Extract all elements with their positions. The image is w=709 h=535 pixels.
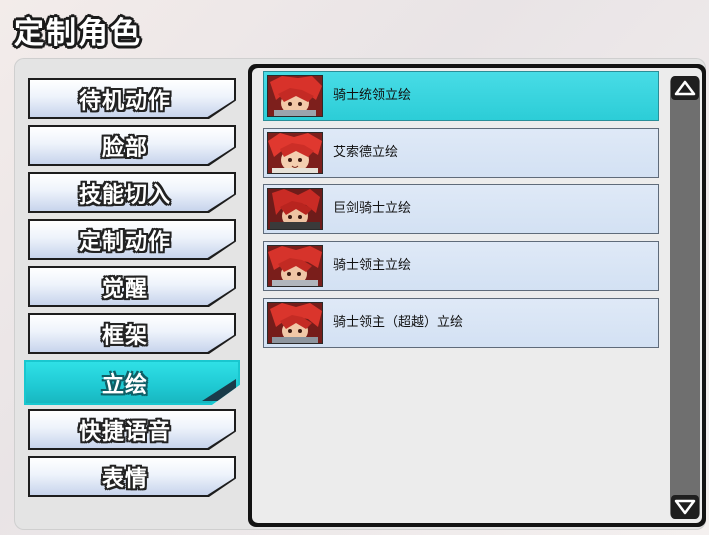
list-item[interactable]: 骑士领主立绘 bbox=[263, 241, 659, 291]
category-tab-custom-action[interactable]: 定制动作 bbox=[28, 219, 236, 260]
category-label: 框架 bbox=[101, 323, 148, 349]
list-item[interactable]: 骑士统领立绘 bbox=[263, 71, 659, 121]
item-label: 骑士领主（超越）立绘 bbox=[333, 315, 464, 330]
category-label: 快捷语音 bbox=[78, 419, 171, 445]
item-label: 艾索德立绘 bbox=[333, 145, 399, 160]
category-tab-emote[interactable]: 表情 bbox=[28, 456, 236, 497]
category-tab-skill-cutin[interactable]: 技能切入 bbox=[28, 172, 236, 213]
category-tab-frame[interactable]: 框架 bbox=[28, 313, 236, 354]
category-tab-portrait[interactable]: 立绘 bbox=[24, 360, 240, 405]
category-label: 技能切入 bbox=[78, 182, 171, 208]
category-tab-face[interactable]: 脸部 bbox=[28, 125, 236, 166]
red-hair-knight-portrait-icon bbox=[267, 302, 323, 344]
scrollbar-track[interactable] bbox=[670, 76, 700, 519]
item-label: 巨剑骑士立绘 bbox=[333, 201, 412, 216]
red-hair-knight-portrait-icon bbox=[267, 245, 323, 287]
category-tab-awakening[interactable]: 觉醒 bbox=[28, 266, 236, 307]
red-hair-knight-portrait-icon bbox=[267, 75, 323, 117]
red-hair-knight-portrait-icon bbox=[267, 188, 323, 230]
item-label: 骑士领主立绘 bbox=[333, 258, 412, 273]
scroll-down-button[interactable] bbox=[671, 495, 699, 519]
item-label: 骑士统领立绘 bbox=[333, 88, 412, 103]
category-label: 觉醒 bbox=[101, 276, 148, 302]
list-item[interactable]: 巨剑骑士立绘 bbox=[263, 184, 659, 234]
page-title: 定制角色 bbox=[14, 16, 142, 51]
triangle-up-icon bbox=[674, 80, 696, 96]
red-hair-knight-portrait-icon bbox=[267, 132, 323, 174]
category-label: 待机动作 bbox=[78, 88, 171, 114]
category-label: 表情 bbox=[101, 466, 148, 492]
category-tab-quick-voice[interactable]: 快捷语音 bbox=[28, 409, 236, 450]
category-label: 脸部 bbox=[101, 135, 148, 161]
category-label: 定制动作 bbox=[78, 229, 171, 255]
scroll-up-button[interactable] bbox=[671, 76, 699, 100]
category-tab-idle-action[interactable]: 待机动作 bbox=[28, 78, 236, 119]
triangle-down-icon bbox=[674, 499, 696, 515]
list-item[interactable]: 骑士领主（超越）立绘 bbox=[263, 298, 659, 348]
category-label: 立绘 bbox=[101, 372, 148, 398]
list-item[interactable]: 艾索德立绘 bbox=[263, 128, 659, 178]
